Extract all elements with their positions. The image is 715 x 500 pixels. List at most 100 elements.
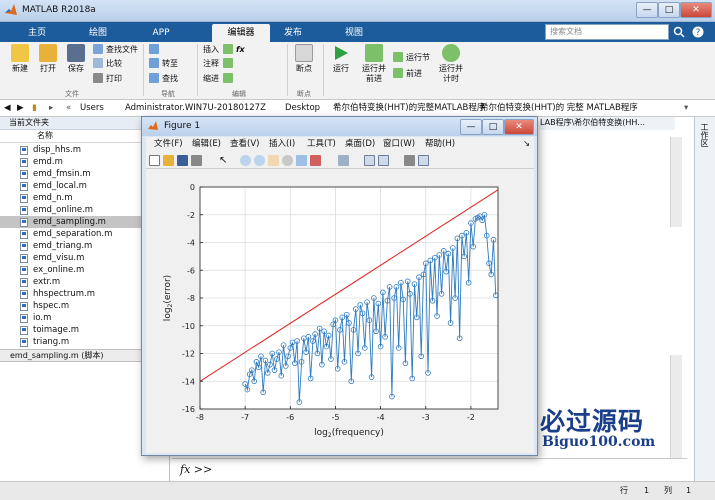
data-cursor-icon[interactable] (296, 155, 307, 166)
window-title: MATLAB R2018a (22, 5, 96, 15)
tab-view[interactable]: 视图 (333, 24, 375, 42)
tab-home[interactable]: 主页 (16, 24, 58, 42)
menu-view[interactable]: 查看(V) (230, 137, 259, 152)
figure-titlebar: Figure 1 — □ ✕ (142, 117, 537, 136)
save-figure-icon[interactable] (177, 155, 188, 166)
address-bar[interactable]: ◀ ▶ ▮ ▸ « Users Administrator.WIN7U-2018… (0, 100, 715, 117)
print-button[interactable]: 打印 (93, 73, 122, 84)
zoom-out-icon[interactable] (254, 155, 265, 166)
maximize-button[interactable]: □ (658, 2, 680, 18)
menu-insert[interactable]: 插入(I) (269, 137, 295, 152)
indent-button[interactable]: 缩进 (203, 73, 236, 84)
breadcrumb-desktop[interactable]: Desktop (285, 100, 320, 116)
new-figure-icon[interactable] (149, 155, 160, 166)
figure-toolbar: ↖ (146, 152, 534, 169)
breadcrumb-admin[interactable]: Administrator.WIN7U-20180127Z (125, 100, 266, 116)
m-file-icon (20, 218, 28, 227)
figure-close-button[interactable]: ✕ (504, 119, 534, 135)
advance-button[interactable]: 前进 (393, 68, 422, 79)
menu-help[interactable]: 帮助(H) (425, 137, 455, 152)
comment-button[interactable]: 注释 (203, 58, 236, 69)
figure-minimize-button[interactable]: — (460, 119, 482, 135)
separator (143, 44, 144, 96)
m-file-icon (20, 146, 28, 155)
run-button[interactable]: 运行 (327, 44, 355, 74)
run-time-icon (442, 44, 460, 62)
breadcrumb-folder2[interactable]: 希尔伯特变换(HHT)的 完整 MATLAB程序 (480, 100, 638, 116)
link-plot-icon[interactable] (338, 155, 349, 166)
group-edit-label: 编辑 (232, 90, 246, 98)
close-button[interactable]: ✕ (680, 2, 712, 18)
figure-menubar: 文件(F) 编辑(E) 查看(V) 插入(I) 工具(T) 桌面(D) 窗口(W… (146, 137, 534, 152)
nav-back-button[interactable] (149, 44, 162, 55)
menu-file[interactable]: 文件(F) (154, 137, 183, 152)
print-figure-icon[interactable] (191, 155, 202, 166)
compare-button[interactable]: 比较 (93, 58, 122, 69)
legend-icon[interactable] (378, 155, 389, 166)
search-icon[interactable] (673, 26, 685, 38)
tab-apps[interactable]: APP (138, 24, 184, 42)
open-folder-icon (39, 44, 57, 62)
pan-hand-icon[interactable] (268, 155, 279, 166)
help-icon[interactable]: ? (692, 26, 704, 38)
new-icon (11, 44, 29, 62)
find-button[interactable]: 查找 (149, 73, 178, 84)
save-button[interactable]: 保存 (62, 44, 90, 74)
goto-button[interactable]: 转至 (149, 58, 178, 69)
search-docs-input[interactable]: 搜索文档 (545, 24, 669, 40)
open-file-icon[interactable] (163, 155, 174, 166)
breakpoints-button[interactable]: 断点 (290, 44, 318, 74)
separator (287, 44, 288, 96)
menu-desktop[interactable]: 桌面(D) (345, 137, 375, 152)
y-tick-label: -14 (182, 377, 195, 386)
m-file-icon (20, 278, 28, 287)
open-button[interactable]: 打开 (34, 44, 62, 74)
tab-publish[interactable]: 发布 (272, 24, 314, 42)
col-value: 1 (686, 486, 692, 495)
menu-dock-icon[interactable]: ↘ (523, 137, 530, 152)
show-plot-tools-icon[interactable] (418, 155, 429, 166)
x-tick-label: -5 (331, 413, 339, 422)
tab-editor[interactable]: 编辑器 (212, 24, 270, 42)
menu-edit[interactable]: 编辑(E) (192, 137, 221, 152)
x-tick-label: -4 (377, 413, 385, 422)
run-and-advance-button[interactable]: 运行并 前进 (359, 44, 389, 84)
m-file-icon (20, 170, 28, 179)
editor-path-overflow: LAB程序\希尔伯特变换(HH... (540, 117, 675, 130)
find-files-button[interactable]: 查找文件 (93, 44, 138, 55)
watermark-title: 必过源码 (540, 407, 645, 436)
minimize-button[interactable]: — (636, 2, 658, 18)
insert-button[interactable]: 插入 fx (203, 44, 245, 55)
save-icon (67, 44, 85, 62)
back-icon[interactable]: ◀ (4, 100, 11, 116)
rotate-icon[interactable] (282, 155, 293, 166)
y-tick-label: -4 (187, 239, 195, 248)
m-file-icon (20, 242, 28, 251)
menu-tools[interactable]: 工具(T) (307, 137, 336, 152)
workspace-side-tab[interactable]: 工作区 (694, 117, 715, 481)
colorbar-icon[interactable] (364, 155, 375, 166)
breadcrumb-root[interactable]: « (66, 100, 71, 116)
m-file-icon (20, 158, 28, 167)
tab-plots[interactable]: 绘图 (75, 24, 121, 42)
hide-plot-tools-icon[interactable] (404, 155, 415, 166)
menu-window[interactable]: 窗口(W) (383, 137, 415, 152)
command-window[interactable]: fx >> (172, 458, 687, 480)
run-and-time-button[interactable]: 运行并 计时 (436, 44, 466, 84)
brush-icon[interactable] (310, 155, 321, 166)
forward-icon[interactable]: ▶ (17, 100, 24, 116)
y-tick-label: 0 (190, 183, 195, 192)
error-frequency-chart[interactable]: -8 -7 -6 -5 -4 -3 -2 0 -2 -4 -6 -8 -10 -12 -14 -16 log2(… (146, 169, 534, 453)
new-button[interactable]: 新建 (6, 44, 34, 74)
breadcrumb-folder1[interactable]: 希尔伯特变换(HHT)的完整MATLAB程序 (333, 100, 485, 116)
pointer-icon[interactable]: ↖ (219, 155, 230, 166)
address-dropdown-icon[interactable]: ▾ (684, 100, 688, 116)
y-axis-label: log2(error) (163, 275, 174, 321)
up-folder-icon[interactable]: ▮ (32, 100, 37, 116)
breadcrumb-users[interactable]: Users (80, 100, 104, 116)
zoom-in-icon[interactable] (240, 155, 251, 166)
editor-scrollbar[interactable] (670, 137, 682, 227)
figure-maximize-button[interactable]: □ (482, 119, 504, 135)
y-tick-label: -8 (187, 294, 195, 303)
run-section-button[interactable]: 运行节 (393, 52, 430, 63)
